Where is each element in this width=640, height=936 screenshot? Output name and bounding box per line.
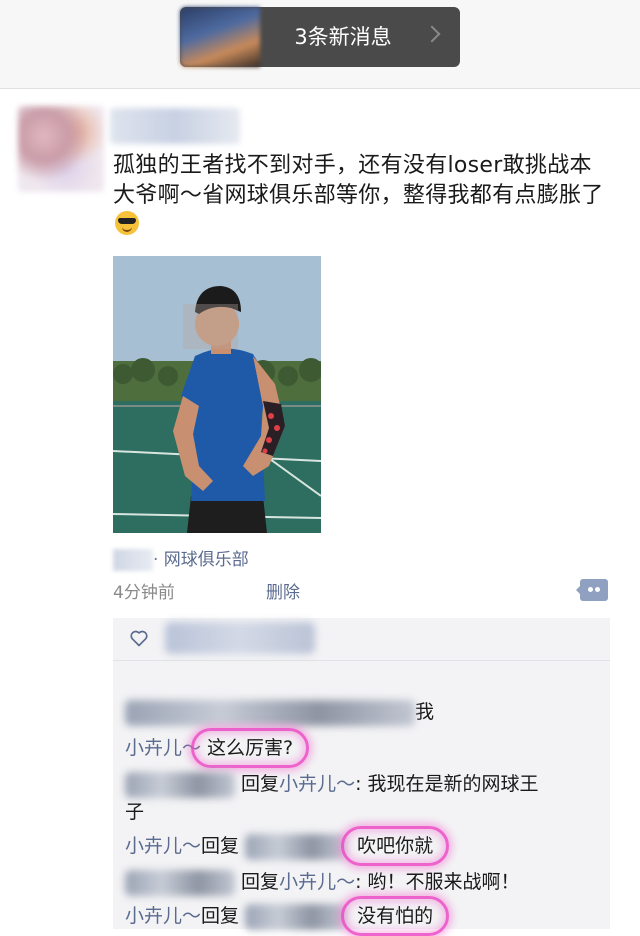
- comment-text: 这么厉害?: [207, 737, 294, 759]
- delete-button[interactable]: 删除: [266, 578, 300, 603]
- reply-label: 回复: [201, 905, 240, 927]
- highlighted-comment-text: 这么厉害?: [191, 728, 310, 768]
- blurred-comment-author: [125, 771, 235, 798]
- reply-label: 回复: [241, 871, 280, 893]
- heart-outline-icon: [130, 630, 148, 647]
- comment-row-continued: 子: [125, 798, 144, 826]
- tennis-player-photo: [113, 256, 321, 533]
- reply-label: 回复: [201, 835, 240, 857]
- location-label: · 网球俱乐部: [153, 550, 249, 570]
- blurred-comment-text: [125, 699, 415, 726]
- author-name[interactable]: [110, 108, 240, 144]
- comment-text-continued: 子: [125, 801, 145, 823]
- comment-text: 哟！不服来战啊！: [367, 871, 520, 893]
- new-messages-button[interactable]: 3条新消息: [180, 7, 460, 67]
- comment-row[interactable]: 回复小卉儿～: 我现在是新的网球王: [125, 770, 539, 798]
- post-photo[interactable]: [113, 256, 321, 533]
- comment-row[interactable]: 小卉儿～回复 没有怕的: [125, 896, 450, 936]
- likes-row: [113, 618, 610, 661]
- post-location[interactable]: · 网球俱乐部: [113, 545, 249, 571]
- comment-author[interactable]: 小卉儿～: [125, 737, 201, 759]
- blurred-reply-to: [245, 833, 346, 860]
- comment-author[interactable]: 小卉儿～: [125, 905, 201, 927]
- reply-label: 回复: [241, 773, 280, 795]
- reply-to-name[interactable]: 小卉儿～: [279, 773, 355, 795]
- post-text-body: 孤独的王者找不到对手，还有没有loser敢挑战本大爷啊～省网球俱乐部等你，整得我…: [113, 153, 604, 208]
- top-bar: 3条新消息: [0, 0, 640, 89]
- comment-text: 我现在是新的网球王: [367, 773, 539, 795]
- blurred-location-prefix: [113, 549, 153, 571]
- highlighted-comment-text: 吹吧你就: [341, 826, 450, 866]
- comment-text: 我: [415, 701, 435, 723]
- new-messages-label: 3条新消息: [294, 25, 392, 49]
- post-text: 孤独的王者找不到对手，还有没有loser敢挑战本大爷啊～省网球俱乐部等你，整得我…: [113, 151, 613, 240]
- comment-text: 没有怕的: [357, 905, 434, 927]
- likes-names[interactable]: [165, 622, 315, 654]
- comment-more-icon[interactable]: [580, 579, 608, 601]
- comment-text: 吹吧你就: [357, 835, 434, 857]
- chevron-right-icon: [423, 25, 441, 43]
- blurred-comment-author: [125, 869, 235, 896]
- reply-to-name[interactable]: 小卉儿～: [279, 871, 355, 893]
- comment-author[interactable]: 小卉儿～: [125, 835, 201, 857]
- comment-row[interactable]: 小卉儿～ 这么厉害?: [125, 728, 310, 768]
- sunglasses-emoji-icon: [115, 211, 139, 235]
- comment-row[interactable]: 我: [125, 698, 434, 726]
- post-time: 4分钟前: [113, 583, 175, 603]
- comment-row[interactable]: 回复小卉儿～: 哟！不服来战啊！: [125, 868, 520, 896]
- blurred-reply-to: [245, 903, 346, 930]
- comments-panel: 我 小卉儿～ 这么厉害? 回复小卉儿～: 我现在是新的网球王 子 小卉儿～回复 吹…: [113, 618, 610, 936]
- blurred-avatar: [180, 7, 260, 67]
- highlighted-comment-text: 没有怕的: [341, 896, 450, 936]
- comment-row[interactable]: 小卉儿～回复 吹吧你就: [125, 826, 450, 866]
- author-avatar[interactable]: [18, 106, 104, 192]
